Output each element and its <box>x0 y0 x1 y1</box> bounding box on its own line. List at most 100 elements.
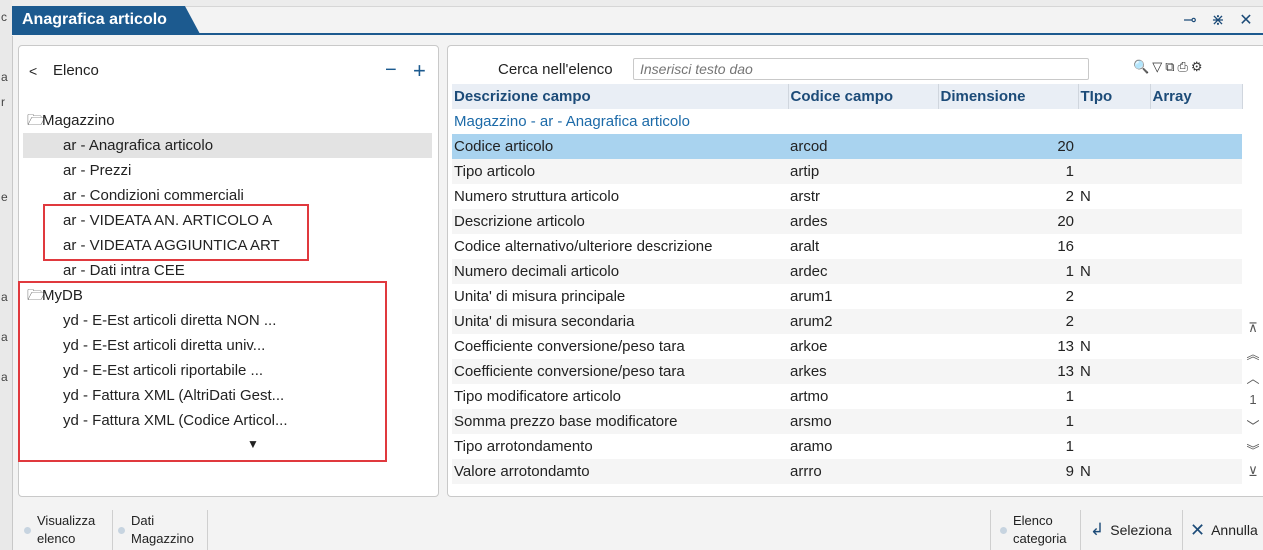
cell-desc: Coefficiente conversione/peso tara <box>454 338 685 355</box>
tree-item[interactable]: ar - VIDEATA AGGIUNTICA ART <box>23 233 432 258</box>
print-icon[interactable]: ⎙ <box>1177 59 1187 75</box>
cell-dim: 1 <box>1065 438 1074 455</box>
table-row[interactable]: Somma prezzo base modificatore arsmo 1 <box>452 409 1242 434</box>
elenco-categoria-button[interactable]: Elenco categoria <box>1000 510 1066 550</box>
table-row[interactable]: Numero decimali articolo ardec 1 N <box>452 259 1242 284</box>
annulla-button[interactable]: ✕ Annulla <box>1190 510 1258 550</box>
cell-dim: 1 <box>938 409 1078 434</box>
cell-code: aramo <box>790 438 833 455</box>
visualizza-label-1: Visualizza <box>37 513 96 528</box>
visualizza-elenco-button[interactable]: Visualizza elenco <box>24 510 95 550</box>
group-label: Magazzino - ar - Anagrafica articolo <box>454 113 690 130</box>
tree-item[interactable]: yd - Fattura XML (AltriDati Gest... <box>23 383 432 408</box>
cell-code: arstr <box>790 188 820 205</box>
tree-item-label: ar - Condizioni commerciali <box>63 187 244 204</box>
tree-folder[interactable]: 🗁MyDB <box>23 283 432 308</box>
tree-item[interactable]: ar - Condizioni commerciali <box>23 183 432 208</box>
tree-item[interactable]: yd - E-Est articoli riportabile ... <box>23 358 432 383</box>
bg-glyph: c <box>1 10 7 24</box>
scroll-down-icon[interactable]: ﹀ <box>1243 416 1263 440</box>
expand-more-icon[interactable]: ▼ <box>23 433 443 455</box>
search-label: Cerca nell'elenco <box>498 61 613 78</box>
scroll-page-up-icon[interactable]: ︽ <box>1243 344 1263 368</box>
search-icon[interactable]: 🔍 <box>1133 59 1149 75</box>
pin-icon[interactable]: ⊸ <box>1181 10 1199 30</box>
column-header[interactable]: Descrizione campo <box>452 84 789 109</box>
cell-dim: 2 <box>938 309 1078 334</box>
toolbar-separator <box>112 510 113 550</box>
search-tools: 🔍 ▽ ⧉ ⎙ ⚙ <box>1133 59 1203 75</box>
annulla-label: Annulla <box>1211 522 1258 538</box>
dati-magazzino-button[interactable]: Dati Magazzino <box>118 510 194 550</box>
cell-code: arkoe <box>790 338 828 355</box>
column-header[interactable]: Dimensione <box>938 84 1079 109</box>
cell-dim: 13 <box>1057 338 1074 355</box>
bg-glyph: e <box>1 190 8 204</box>
table-row[interactable]: Valore arrotondamto arrro 9 N <box>452 459 1242 484</box>
column-header[interactable]: Array <box>1150 84 1243 109</box>
seleziona-button[interactable]: ↲ Seleziona <box>1090 510 1172 550</box>
search-input[interactable] <box>633 58 1089 80</box>
scroll-page-number: 1 <box>1249 392 1257 407</box>
toolbar-separator <box>1080 510 1081 550</box>
tree-folder[interactable]: 🗁Magazzino <box>23 108 432 133</box>
settings-icon[interactable]: ⚙ <box>1191 59 1203 75</box>
table-row[interactable]: Unita' di misura principale arum1 2 <box>452 284 1242 309</box>
cell-array <box>1150 459 1242 484</box>
tree-item[interactable]: ar - Anagrafica articolo <box>23 133 432 158</box>
cell-dim: 1 <box>1065 388 1074 405</box>
cell-desc: Codice alternativo/ulteriore descrizione <box>454 238 713 255</box>
cell-dim: 20 <box>938 209 1078 234</box>
bg-glyph: a <box>1 330 8 344</box>
copy-icon[interactable]: ⧉ <box>1165 59 1174 75</box>
cell-dim: 16 <box>1057 238 1074 255</box>
elenco-cat-label-2: categoria <box>1013 531 1067 546</box>
tree-item[interactable]: yd - E-Est articoli diretta univ... <box>23 333 432 358</box>
cell-desc: Numero decimali articolo <box>452 259 788 284</box>
tree-item[interactable]: ar - Prezzi <box>23 158 432 183</box>
cancel-icon: ✕ <box>1190 520 1206 540</box>
chevron-left-icon[interactable]: < <box>29 63 37 79</box>
tree-item-label: yd - Fattura XML (AltriDati Gest... <box>63 387 285 404</box>
cell-tipo <box>1078 409 1150 434</box>
cell-dim: 1 <box>938 259 1078 284</box>
tree-item-label: ar - Dati intra CEE <box>63 262 185 279</box>
scroll-up-icon[interactable]: ︿ <box>1243 368 1263 392</box>
cell-code: arrro <box>788 459 938 484</box>
window-title-tab[interactable]: Anagrafica articolo <box>12 6 200 34</box>
scroll-top-icon[interactable]: ⊼ <box>1243 320 1263 344</box>
filter-icon[interactable]: ▽ <box>1152 59 1162 75</box>
table-row[interactable]: Unita' di misura secondaria arum2 2 <box>452 309 1242 334</box>
table-group-row: Magazzino - ar - Anagrafica articolo <box>452 109 1242 134</box>
scroll-page-down-icon[interactable]: ︾ <box>1243 440 1263 464</box>
collapse-icon[interactable]: ⋇ <box>1209 10 1227 30</box>
table-row[interactable]: Tipo modificatore articolo artmo 1 <box>452 384 1242 409</box>
scroll-bottom-icon[interactable]: ⊻ <box>1243 464 1263 488</box>
bg-glyph: r <box>1 95 5 109</box>
background-window-strip: c a r e a a a <box>0 0 13 550</box>
dati-label-2: Magazzino <box>131 531 194 546</box>
column-header[interactable]: Codice campo <box>788 84 939 109</box>
cell-tipo <box>1078 234 1150 259</box>
minus-icon[interactable]: − <box>385 59 397 82</box>
elenco-header: < Elenco − + <box>19 58 438 86</box>
tree-item[interactable]: yd - Fattura XML (Codice Articol... <box>23 408 432 433</box>
cell-tipo: N <box>1078 459 1150 484</box>
cell-array <box>1150 409 1242 434</box>
table-row[interactable]: Descrizione articolo ardes 20 <box>452 209 1242 234</box>
tree-item[interactable]: ar - Dati intra CEE <box>23 258 432 283</box>
table-row[interactable]: Tipo articolo artip 1 <box>452 159 1242 184</box>
column-header[interactable]: TIpo <box>1078 84 1151 109</box>
cell-array <box>1150 209 1242 234</box>
table-row[interactable]: Codice articolo arcod 20 <box>452 134 1242 159</box>
table-row[interactable]: Coefficiente conversione/peso tara arkoe 1… <box>452 334 1242 359</box>
tree-item[interactable]: yd - E-Est articoli diretta NON ... <box>23 308 432 333</box>
table-row[interactable]: Coefficiente conversione/peso tara arkes 1… <box>452 359 1242 384</box>
table-row[interactable]: Codice alternativo/ulteriore descrizione… <box>452 234 1242 259</box>
table-body: Magazzino - ar - Anagrafica articolo Codi… <box>452 109 1242 484</box>
close-icon[interactable]: ✕ <box>1237 10 1255 30</box>
table-row[interactable]: Tipo arrotondamento aramo 1 <box>452 434 1242 459</box>
tree-item[interactable]: ar - VIDEATA AN. ARTICOLO A <box>23 208 432 233</box>
plus-icon[interactable]: + <box>413 58 426 84</box>
table-row[interactable]: Numero struttura articolo arstr 2 N <box>452 184 1242 209</box>
